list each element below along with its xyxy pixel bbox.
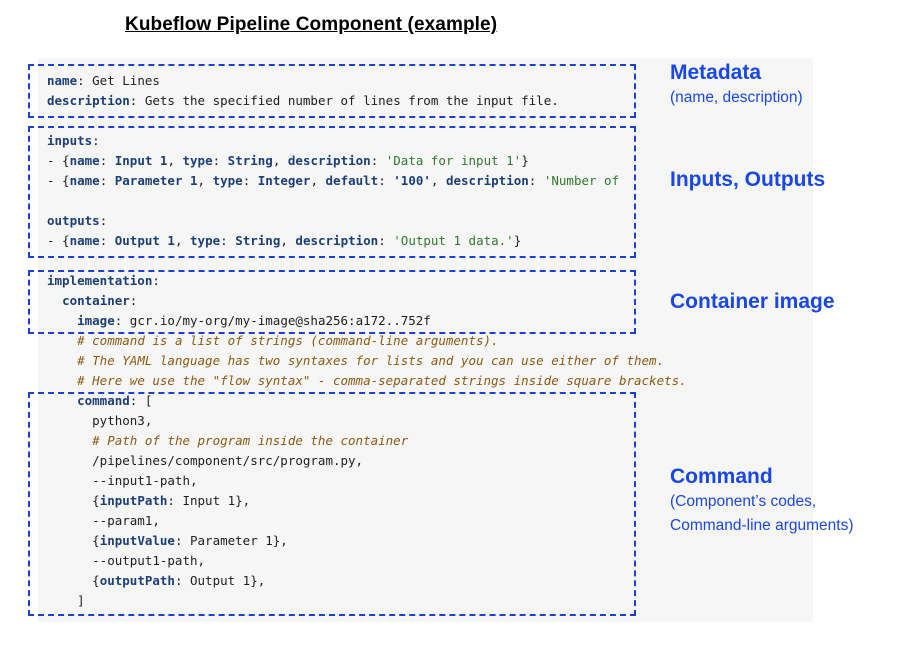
command-subtext-1: (Component’s codes, xyxy=(670,493,817,510)
code-line: # command is a list of strings (command-… xyxy=(47,331,687,351)
command-annotation: Command (Component’s codes, Command-line… xyxy=(670,464,854,538)
code-line: # The YAML language has two syntaxes for… xyxy=(47,351,687,371)
command-heading: Command xyxy=(670,465,773,488)
command-box xyxy=(28,392,636,616)
container-image-heading: Container image xyxy=(670,290,835,313)
metadata-annotation: Metadata (name, description) xyxy=(670,60,803,110)
command-subtext-2: Command-line arguments) xyxy=(670,517,854,534)
diagram-title: Kubeflow Pipeline Component (example) xyxy=(125,14,498,35)
metadata-subtext: (name, description) xyxy=(670,89,803,106)
metadata-heading: Metadata xyxy=(670,61,762,84)
code-token: # The YAML language has two syntaxes for… xyxy=(77,353,665,368)
code-token: # Here we use the "flow syntax" - comma-… xyxy=(77,373,687,388)
container-image-annotation: Container image xyxy=(670,289,835,315)
inputs-outputs-heading: Inputs, Outputs xyxy=(670,168,826,191)
code-token: # command is a list of strings (command-… xyxy=(77,333,499,348)
inputs-outputs-box xyxy=(28,126,636,258)
inputs-outputs-annotation: Inputs, Outputs xyxy=(670,167,825,193)
code-line: # Here we use the "flow syntax" - comma-… xyxy=(47,371,687,391)
container-image-box xyxy=(28,270,636,334)
metadata-box xyxy=(28,64,636,118)
